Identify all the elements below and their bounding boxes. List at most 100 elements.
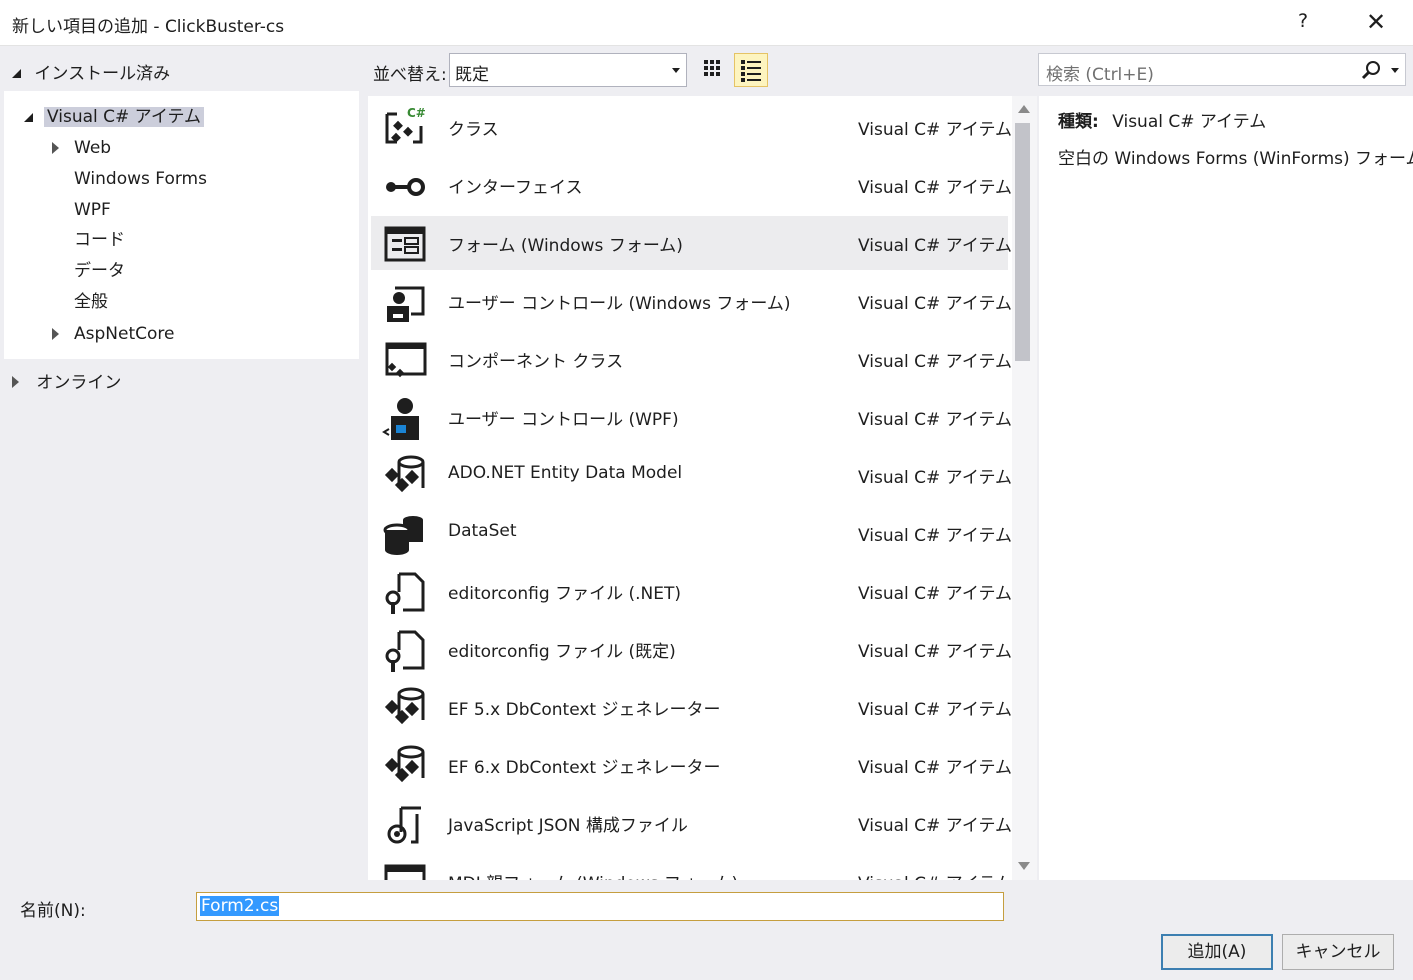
tree-item-web[interactable]: Web — [52, 134, 111, 162]
tree-item-label: Visual C# アイテム — [44, 107, 204, 127]
search-input[interactable]: 検索 (Ctrl+E) — [1046, 60, 1154, 85]
help-button[interactable]: ? — [1298, 10, 1308, 32]
list-view-button[interactable] — [734, 53, 768, 87]
list-item[interactable]: JavaScript JSON 構成ファイル Visual C# アイテム — [371, 796, 1012, 850]
name-field-value[interactable]: Form2.cs — [200, 896, 280, 916]
tree-item-label: Windows Forms — [74, 169, 207, 189]
entity-model-icon — [384, 687, 425, 725]
detail-pane: 種類: Visual C# アイテム 空白の Windows Forms (Wi… — [1039, 96, 1413, 880]
tree-item-windows-forms[interactable]: Windows Forms — [74, 165, 207, 193]
wpf-user-control-icon — [382, 398, 419, 440]
item-name: フォーム (Windows フォーム) — [448, 236, 683, 256]
collapsed-arrow-icon — [52, 142, 59, 154]
item-category: Visual C# アイテム — [858, 758, 1012, 778]
item-category: Visual C# アイテム — [858, 468, 1012, 488]
list-view-icon — [741, 60, 761, 82]
tree-item-data[interactable]: データ — [74, 257, 125, 285]
config-file-icon — [385, 572, 425, 614]
add-button[interactable]: 追加(A) — [1161, 934, 1273, 970]
name-label: 名前(N): — [20, 901, 86, 921]
sort-dropdown[interactable]: 既定 — [449, 53, 687, 87]
item-name: MDI 親フォーム (Windows フォーム) — [448, 869, 738, 880]
config-file-icon — [385, 630, 425, 672]
entity-model-icon — [384, 455, 425, 493]
scroll-up-icon[interactable] — [1018, 105, 1030, 113]
list-scrollbar[interactable] — [1012, 96, 1037, 880]
tree-item-wpf[interactable]: WPF — [74, 196, 111, 224]
item-category: Visual C# アイテム — [858, 120, 1012, 140]
list-item[interactable]: DataSet Visual C# アイテム — [371, 506, 1012, 560]
close-button[interactable]: ✕ — [1366, 8, 1386, 36]
tree-item-label: データ — [74, 261, 125, 281]
item-name: JavaScript JSON 構成ファイル — [448, 816, 688, 836]
list-item[interactable]: ADO.NET Entity Data Model Visual C# アイテム — [371, 448, 1012, 502]
list-item[interactable]: editorconfig ファイル (.NET) Visual C# アイテム — [371, 564, 1012, 618]
item-category: Visual C# アイテム — [858, 410, 1012, 430]
component-class-icon — [385, 342, 427, 378]
tree-item-general[interactable]: 全般 — [74, 288, 108, 316]
cancel-button[interactable]: キャンセル — [1282, 934, 1394, 970]
list-item[interactable]: ユーザー コントロール (Windows フォーム) Visual C# アイテ… — [371, 274, 1012, 328]
form-icon — [384, 864, 426, 880]
kind-value: Visual C# アイテム — [1112, 112, 1267, 132]
list-item[interactable]: インターフェイス Visual C# アイテム — [371, 158, 1012, 212]
item-category: Visual C# アイテム — [858, 700, 1012, 720]
list-item[interactable]: C# クラス Visual C# アイテム — [371, 100, 1012, 154]
item-name: EF 5.x DbContext ジェネレーター — [448, 700, 721, 720]
json-file-icon — [387, 806, 421, 844]
tree-item-label: Web — [74, 138, 112, 158]
online-header[interactable]: オンライン — [12, 370, 121, 396]
form-icon — [384, 226, 426, 262]
user-control-icon — [387, 286, 425, 322]
item-name: ユーザー コントロール (WPF) — [448, 410, 679, 430]
list-item[interactable]: MDI 親フォーム (Windows フォーム) Visual C# アイテム — [371, 854, 1012, 880]
item-category: Visual C# アイテム — [858, 584, 1012, 604]
tree-item-aspnetcore[interactable]: AspNetCore — [52, 320, 174, 348]
template-list: C# クラス Visual C# アイテム インターフェイス Visual C#… — [368, 96, 1012, 880]
list-item[interactable]: EF 5.x DbContext ジェネレーター Visual C# アイテム — [371, 680, 1012, 734]
item-name: DataSet — [448, 521, 517, 541]
search-box[interactable]: 検索 (Ctrl+E) — [1038, 53, 1406, 86]
list-item-selected[interactable]: フォーム (Windows フォーム) Visual C# アイテム — [371, 216, 1012, 270]
title-bar: 新しい項目の追加 - ClickBuster-cs ? ✕ — [0, 0, 1413, 46]
item-name: EF 6.x DbContext ジェネレーター — [448, 758, 721, 778]
tree-item-visual-csharp[interactable]: Visual C# アイテム — [24, 103, 204, 131]
entity-model-icon — [384, 745, 425, 783]
search-icon[interactable] — [1361, 60, 1381, 80]
sort-value: 既定 — [455, 65, 489, 85]
name-field[interactable]: Form2.cs — [196, 892, 1004, 921]
collapsed-arrow-icon — [12, 376, 19, 388]
list-item[interactable]: ユーザー コントロール (WPF) Visual C# アイテム — [371, 390, 1012, 444]
dataset-icon — [383, 516, 423, 555]
item-name: editorconfig ファイル (.NET) — [448, 584, 681, 604]
category-tree: Visual C# アイテム Web Windows Forms WPF コード… — [4, 91, 359, 359]
small-icons-view-button[interactable] — [696, 53, 730, 87]
chevron-down-icon[interactable] — [1391, 68, 1399, 73]
item-name: インターフェイス — [448, 178, 583, 198]
list-item[interactable]: editorconfig ファイル (既定) Visual C# アイテム — [371, 622, 1012, 676]
tree-item-code[interactable]: コード — [74, 226, 125, 254]
svg-text:C#: C# — [407, 106, 426, 120]
sort-label: 並べ替え: — [373, 65, 447, 85]
item-category: Visual C# アイテム — [858, 816, 1012, 836]
expanded-arrow-icon — [24, 113, 33, 122]
tree-item-label: WPF — [74, 200, 111, 220]
list-item[interactable]: コンポーネント クラス Visual C# アイテム — [371, 332, 1012, 386]
scroll-down-icon[interactable] — [1018, 862, 1030, 870]
item-name: コンポーネント クラス — [448, 352, 624, 372]
item-name: editorconfig ファイル (既定) — [448, 642, 676, 662]
installed-label: インストール済み — [34, 64, 171, 84]
item-name: ADO.NET Entity Data Model — [448, 463, 683, 483]
window-title: 新しい項目の追加 - ClickBuster-cs — [12, 17, 285, 37]
list-item[interactable]: EF 6.x DbContext ジェネレーター Visual C# アイテム — [371, 738, 1012, 792]
item-description: 空白の Windows Forms (WinForms) フォーム — [1058, 149, 1413, 169]
item-category: Visual C# アイテム — [858, 642, 1012, 662]
collapsed-arrow-icon — [52, 328, 59, 340]
tree-item-label: 全般 — [74, 292, 108, 312]
scroll-thumb[interactable] — [1015, 123, 1030, 361]
item-category: Visual C# アイテム — [858, 294, 1012, 314]
online-label: オンライン — [36, 373, 122, 393]
item-category: Visual C# アイテム — [858, 352, 1012, 372]
installed-header[interactable]: インストール済み — [12, 59, 170, 84]
item-name: クラス — [448, 120, 499, 140]
